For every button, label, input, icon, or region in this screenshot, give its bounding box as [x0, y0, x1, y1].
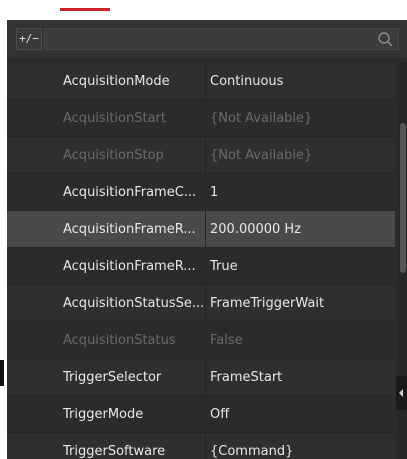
parameter-row[interactable]: AcquisitionFrameC... 1	[7, 174, 395, 211]
toolbar: +/−	[7, 20, 407, 58]
panel-collapse-handle[interactable]	[396, 376, 407, 410]
parameter-value[interactable]: True	[210, 248, 392, 285]
column-divider	[205, 137, 206, 174]
parameter-row[interactable]: AcquisitionStop {Not Available}	[7, 137, 395, 174]
column-divider	[205, 100, 206, 137]
parameter-row[interactable]: TriggerSelector FrameStart	[7, 359, 395, 396]
parameter-name: AcquisitionStatusSe...	[63, 296, 203, 311]
column-divider	[205, 433, 206, 459]
parameter-name: AcquisitionStatus	[63, 333, 176, 348]
parameter-value: {Not Available}	[210, 111, 313, 126]
parameter-name: TriggerMode	[63, 407, 144, 422]
column-divider	[205, 359, 206, 396]
column-divider	[205, 174, 206, 211]
search-input[interactable]	[45, 29, 365, 49]
parameter-value[interactable]: Continuous	[210, 63, 392, 100]
parameter-row[interactable]: TriggerSoftware {Command}	[7, 433, 395, 459]
parameter-value[interactable]: FrameStart	[210, 359, 392, 396]
parameter-list: AcquisitionMode Continuous AcquisitionStar…	[7, 63, 395, 459]
parameter-name: AcquisitionFrameR...	[63, 259, 196, 274]
parameter-value[interactable]: {Command}	[210, 433, 392, 459]
edge-marker	[0, 360, 4, 386]
parameter-name: AcquisitionStart	[63, 111, 166, 126]
parameter-name: TriggerSoftware	[63, 444, 166, 459]
column-divider	[205, 63, 206, 100]
caption-underline	[60, 8, 110, 11]
column-divider	[205, 211, 206, 248]
parameter-row[interactable]: TriggerMode Off	[7, 396, 395, 433]
parameter-value[interactable]: 1	[210, 174, 392, 211]
parameter-value: False	[210, 333, 243, 348]
parameter-value: {Not Available}	[210, 148, 313, 163]
search-icon[interactable]	[377, 31, 393, 47]
parameter-name: TriggerSelector	[63, 370, 162, 385]
search-box[interactable]	[44, 28, 399, 50]
column-divider	[205, 285, 206, 322]
parameter-row[interactable]: AcquisitionMode Continuous	[7, 63, 395, 100]
column-divider	[205, 248, 206, 285]
parameter-value[interactable]: FrameTriggerWait	[210, 285, 392, 322]
parameter-row[interactable]: AcquisitionFrameR... 200.00000 Hz	[7, 211, 395, 248]
parameter-value[interactable]: 200.00000 Hz	[210, 211, 392, 248]
column-divider	[205, 322, 206, 359]
expand-collapse-button[interactable]: +/−	[16, 28, 42, 50]
feature-tree-panel: +/− AcquisitionMode Continuous Acquisition…	[7, 20, 407, 459]
parameter-row[interactable]: AcquisitionFrameR... True	[7, 248, 395, 285]
parameter-name: AcquisitionMode	[63, 74, 170, 89]
parameter-name: AcquisitionFrameR...	[63, 222, 196, 237]
parameter-row[interactable]: AcquisitionStatusSe... FrameTriggerWait	[7, 285, 395, 322]
parameter-name: AcquisitionStop	[63, 148, 164, 163]
column-divider	[205, 396, 206, 433]
scrollbar-thumb[interactable]	[400, 123, 406, 273]
parameter-value[interactable]: Off	[210, 396, 392, 433]
parameter-row[interactable]: AcquisitionStatus False	[7, 322, 395, 359]
parameter-row[interactable]: AcquisitionStart {Not Available}	[7, 100, 395, 137]
parameter-name: AcquisitionFrameC...	[63, 185, 197, 200]
